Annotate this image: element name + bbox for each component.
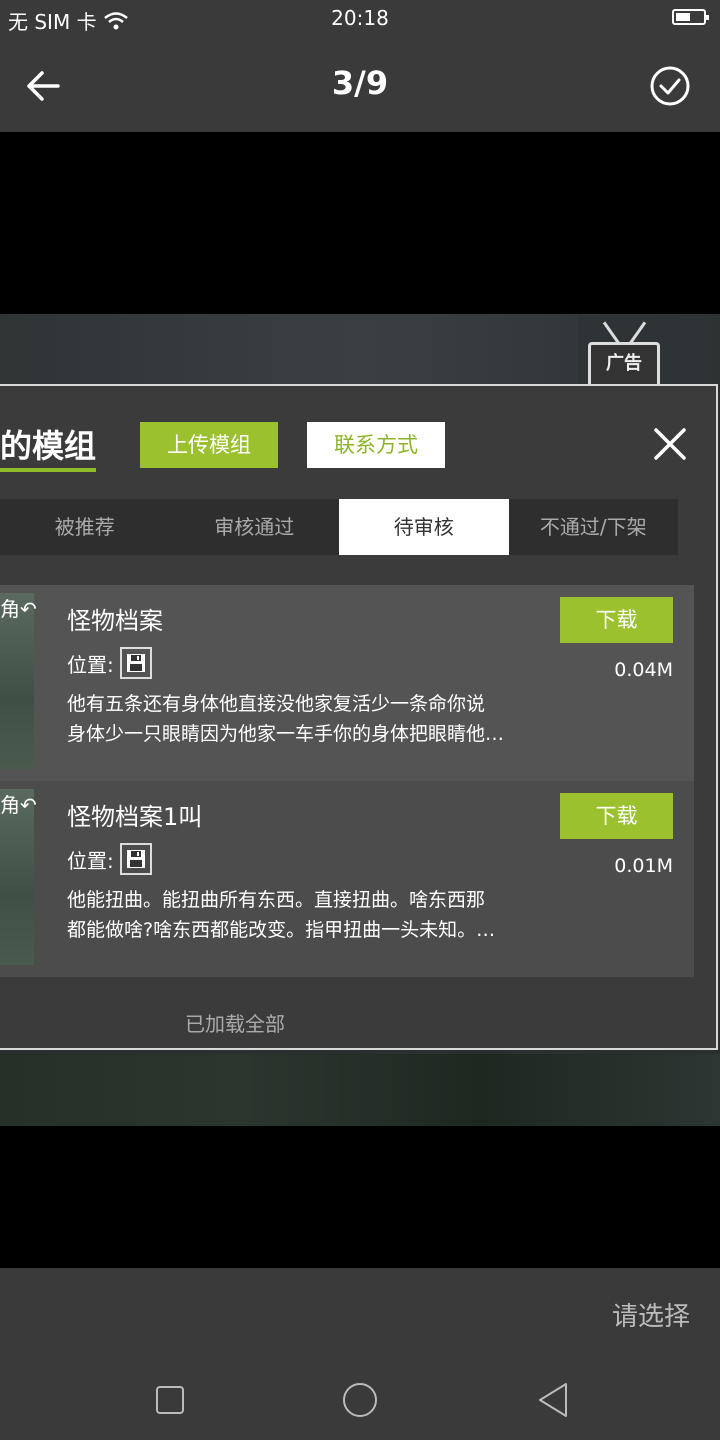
description-line: 都能做啥?啥东西都能改变。指甲扭曲一头未知。… <box>67 919 496 941</box>
item-location: 位置: <box>67 647 152 679</box>
thumb-label: 角↶ <box>0 793 37 817</box>
preview-image: 广告 的模组 上传模组 联系方式 被推荐 审核通过 待审核 不通过/下架 角↶ … <box>0 314 720 1126</box>
check-circle-icon[interactable] <box>648 64 692 108</box>
home-circle-icon[interactable] <box>340 1380 380 1420</box>
image-background-bottom <box>0 1054 720 1126</box>
location-label: 位置: <box>67 848 114 873</box>
back-triangle-icon[interactable] <box>534 1380 574 1420</box>
mod-panel: 的模组 上传模组 联系方式 被推荐 审核通过 待审核 不通过/下架 角↶ 怪物档… <box>0 384 718 1050</box>
floppy-disk-icon <box>119 647 152 679</box>
ad-label: 广告 <box>588 342 660 388</box>
item-description: 他有五条还有身体他直接没他家复活少一条命你说 身体少一只眼睛因为他家一车手你的身… <box>67 689 537 749</box>
description-line: 身体少一只眼睛因为他家一车手你的身体把眼睛他… <box>67 723 505 745</box>
item-name: 怪物档案 <box>67 607 163 635</box>
list-item[interactable]: 角↶ 怪物档案1叫 位置: 他能扭曲。能扭曲所有东西。直接扭曲。啥东西那 都能做… <box>0 781 694 977</box>
file-size: 0.04M <box>614 659 673 681</box>
download-button[interactable]: 下载 <box>560 793 673 839</box>
item-name: 怪物档案1叫 <box>67 803 203 831</box>
action-bar: 请选择 <box>0 1268 720 1358</box>
item-description: 他能扭曲。能扭曲所有东西。直接扭曲。啥东西那 都能做啥?啥东西都能改变。指甲扭曲… <box>67 885 537 945</box>
page-counter: 3/9 <box>331 64 389 102</box>
top-bar: 3/9 <box>0 40 720 132</box>
download-button[interactable]: 下载 <box>560 597 673 643</box>
panel-title: 的模组 <box>0 426 97 472</box>
system-nav-bar <box>0 1358 720 1440</box>
description-line: 他能扭曲。能扭曲所有东西。直接扭曲。啥东西那 <box>67 889 486 911</box>
tab-pending[interactable]: 待审核 <box>339 499 509 555</box>
file-size: 0.01M <box>614 855 673 877</box>
close-icon[interactable] <box>650 424 690 464</box>
tab-recommended[interactable]: 被推荐 <box>0 499 170 555</box>
image-letterbox-bottom <box>0 1126 720 1268</box>
list-item[interactable]: 角↶ 怪物档案 位置: 他有五条还有身体他直接没他家复活少一条命你说 身体少一只… <box>0 585 694 781</box>
thumb-label: 角↶ <box>0 597 37 621</box>
floppy-disk-icon <box>119 843 152 875</box>
loaded-all-text: 已加载全部 <box>185 1012 285 1036</box>
description-line: 他有五条还有身体他直接没他家复活少一条命你说 <box>67 693 486 715</box>
contact-button[interactable]: 联系方式 <box>307 422 445 468</box>
battery-level <box>676 13 691 21</box>
upload-mod-button[interactable]: 上传模组 <box>140 422 278 468</box>
battery-icon <box>672 9 709 25</box>
tab-rejected[interactable]: 不通过/下架 <box>509 499 679 555</box>
status-bar: 无 SIM 卡 20:18 <box>0 0 720 40</box>
tab-bar: 被推荐 审核通过 待审核 不通过/下架 <box>0 499 678 555</box>
image-letterbox-top <box>0 132 720 314</box>
tab-approved[interactable]: 审核通过 <box>170 499 340 555</box>
recents-square-icon[interactable] <box>150 1380 190 1420</box>
clock: 20:18 <box>331 6 389 30</box>
location-label: 位置: <box>67 652 114 677</box>
choose-button[interactable]: 请选择 <box>612 1296 690 1333</box>
item-location: 位置: <box>67 843 152 875</box>
